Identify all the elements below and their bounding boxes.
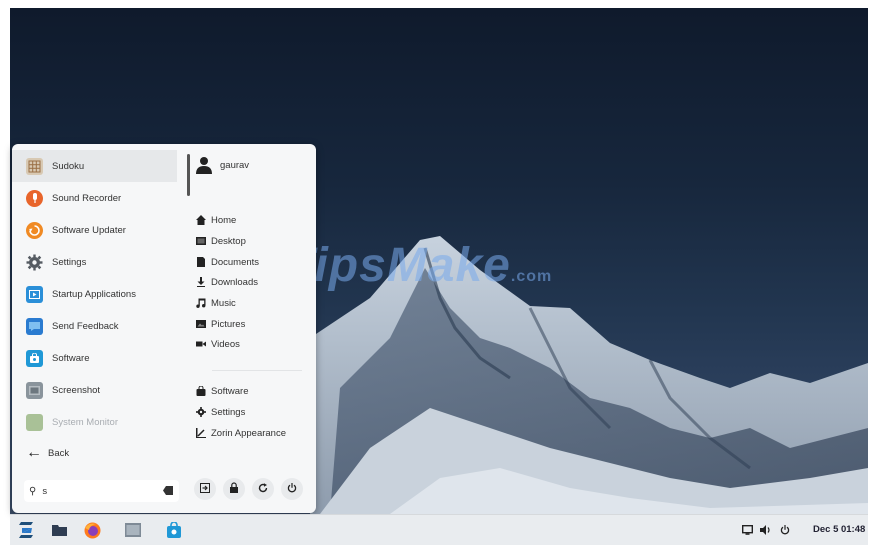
screenshot-icon: [26, 381, 43, 399]
app-item-sound-recorder[interactable]: Sound Recorder: [12, 182, 177, 214]
app-label: Sound Recorder: [52, 192, 122, 204]
send-feedback-icon: [26, 317, 43, 335]
app-item-sudoku[interactable]: Sudoku: [12, 150, 177, 182]
app-item-software-updater[interactable]: Software Updater: [12, 214, 177, 246]
file-manager-icon[interactable]: [124, 521, 142, 539]
pictures-icon: [196, 319, 206, 329]
app-label: Settings: [52, 256, 87, 268]
sudoku-icon: [26, 157, 43, 175]
place-pictures[interactable]: Pictures: [196, 315, 245, 333]
zorin-menu-icon[interactable]: [18, 521, 36, 539]
app-label: Software Updater: [52, 224, 126, 236]
app-label: Startup Applications: [52, 288, 136, 300]
back-label: Back: [48, 447, 70, 459]
volume-icon[interactable]: [760, 524, 772, 536]
search-box[interactable]: ⚲: [24, 480, 179, 502]
place-home[interactable]: Home: [196, 211, 236, 229]
place-label: Music: [211, 297, 236, 309]
place-label: Pictures: [211, 318, 246, 330]
place-label: Documents: [211, 256, 260, 268]
power-icon: [287, 482, 297, 496]
back-button[interactable]: ← Back: [26, 443, 69, 463]
restart-icon: [258, 482, 268, 496]
place-documents[interactable]: Documents: [196, 253, 259, 271]
system-monitor-icon: [26, 413, 43, 431]
place-downloads[interactable]: Downloads: [196, 273, 258, 291]
user-avatar-icon: [196, 156, 212, 174]
firefox-icon[interactable]: [83, 521, 101, 539]
logout-button[interactable]: [194, 478, 216, 500]
start-menu: Sudoku Sound Recorder Software Updater S…: [12, 144, 316, 513]
system-zorin-appearance[interactable]: Zorin Appearance: [196, 424, 286, 442]
place-label: Downloads: [211, 276, 258, 288]
app-label: Sudoku: [52, 160, 85, 172]
logout-icon: [200, 482, 210, 496]
lock-button[interactable]: [223, 478, 245, 500]
place-label: Home: [211, 214, 237, 226]
app-item-software[interactable]: Software: [12, 342, 177, 374]
user-entry[interactable]: gaurav: [196, 156, 249, 174]
watermark: TipsMake.com: [285, 238, 552, 293]
user-name: gaurav: [220, 159, 250, 171]
menu-divider: [212, 370, 302, 371]
app-label: System Monitor: [52, 416, 118, 428]
system-label: Software: [211, 385, 249, 397]
startup-applications-icon: [26, 285, 43, 303]
documents-icon: [196, 257, 206, 267]
app-item-system-monitor[interactable]: System Monitor: [12, 406, 177, 438]
restart-button[interactable]: [252, 478, 274, 500]
app-item-startup-applications[interactable]: Startup Applications: [12, 278, 177, 310]
videos-icon: [196, 339, 206, 349]
desktop-icon: [196, 236, 206, 246]
app-item-send-feedback[interactable]: Send Feedback: [12, 310, 177, 342]
system-label: Zorin Appearance: [211, 427, 286, 439]
sound-recorder-icon: [26, 189, 43, 207]
clear-search-icon[interactable]: [163, 486, 173, 495]
home-icon: [196, 215, 206, 225]
settings-gear-icon: [26, 254, 43, 271]
settings-icon: [196, 407, 206, 417]
app-label: Screenshot: [52, 384, 101, 396]
watermark-suffix: .com: [510, 268, 553, 285]
app-item-settings[interactable]: Settings: [12, 246, 177, 278]
software-bag-icon: [26, 349, 43, 367]
system-label: Settings: [211, 406, 246, 418]
app-label: Software: [52, 352, 90, 364]
files-icon[interactable]: [50, 521, 68, 539]
power-menu-icon[interactable]: [779, 524, 791, 536]
downloads-icon: [196, 277, 206, 287]
place-label: Videos: [211, 338, 240, 350]
app-label: Send Feedback: [52, 320, 119, 332]
software-updater-icon: [26, 221, 43, 239]
power-button[interactable]: [281, 478, 303, 500]
taskbar: Dec 5 01:48: [10, 514, 868, 545]
zorin-appearance-icon: [196, 428, 206, 438]
place-desktop[interactable]: Desktop: [196, 232, 246, 250]
place-music[interactable]: Music: [196, 294, 236, 312]
music-icon: [196, 298, 206, 308]
search-icon: ⚲: [29, 485, 37, 497]
place-label: Desktop: [211, 235, 246, 247]
app-list-scrollbar[interactable]: [187, 154, 190, 196]
screen-tray-icon[interactable]: [741, 524, 753, 536]
lock-icon: [229, 482, 239, 496]
back-arrow-icon: ←: [26, 444, 42, 461]
software-icon: [196, 386, 206, 396]
watermark-text: TipsMake: [285, 239, 511, 292]
app-list: Sudoku Sound Recorder Software Updater S…: [12, 150, 177, 438]
place-videos[interactable]: Videos: [196, 335, 240, 353]
app-item-screenshot[interactable]: Screenshot: [12, 374, 177, 406]
clock[interactable]: Dec 5 01:48: [813, 524, 865, 535]
system-software[interactable]: Software: [196, 382, 249, 400]
system-settings[interactable]: Settings: [196, 403, 245, 421]
search-input[interactable]: [40, 484, 150, 498]
software-store-icon[interactable]: [165, 521, 183, 539]
